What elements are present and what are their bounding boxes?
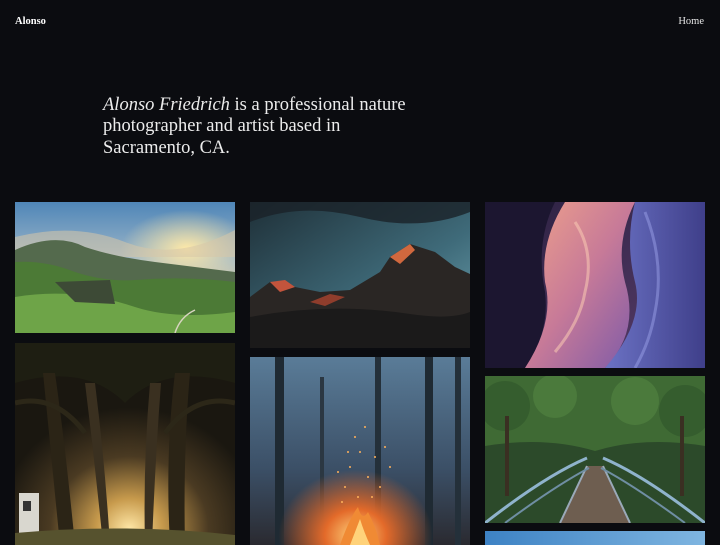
- gallery-photo-green-valley[interactable]: [15, 202, 235, 333]
- intro-statement: Alonso Friedrich is a professional natur…: [103, 95, 433, 160]
- photographer-name: Alonso Friedrich: [103, 94, 230, 115]
- tree-tunnel-image: [15, 343, 235, 545]
- blue-sky-image: [485, 531, 705, 545]
- gallery-photo-slot-canyon[interactable]: [485, 202, 705, 368]
- slot-canyon-image: [485, 202, 705, 368]
- mountain-peaks-image: [250, 202, 470, 348]
- gallery-photo-campfire[interactable]: [250, 357, 470, 545]
- brand-logo-link[interactable]: Alonso: [15, 16, 46, 27]
- gallery-photo-mountain-peaks[interactable]: [250, 202, 470, 348]
- gallery-photo-blue-sky[interactable]: [485, 531, 705, 545]
- green-valley-image: [15, 202, 235, 333]
- portfolio-page: Alonso Home Alonso Friedrich is a profes…: [0, 0, 720, 545]
- campfire-image: [250, 357, 470, 545]
- top-navigation: Alonso Home: [0, 0, 720, 44]
- nav-home-link[interactable]: Home: [678, 16, 704, 27]
- gallery-photo-tree-tunnel[interactable]: [15, 343, 235, 545]
- gallery-photo-footbridge[interactable]: [485, 376, 705, 523]
- footbridge-image: [485, 376, 705, 523]
